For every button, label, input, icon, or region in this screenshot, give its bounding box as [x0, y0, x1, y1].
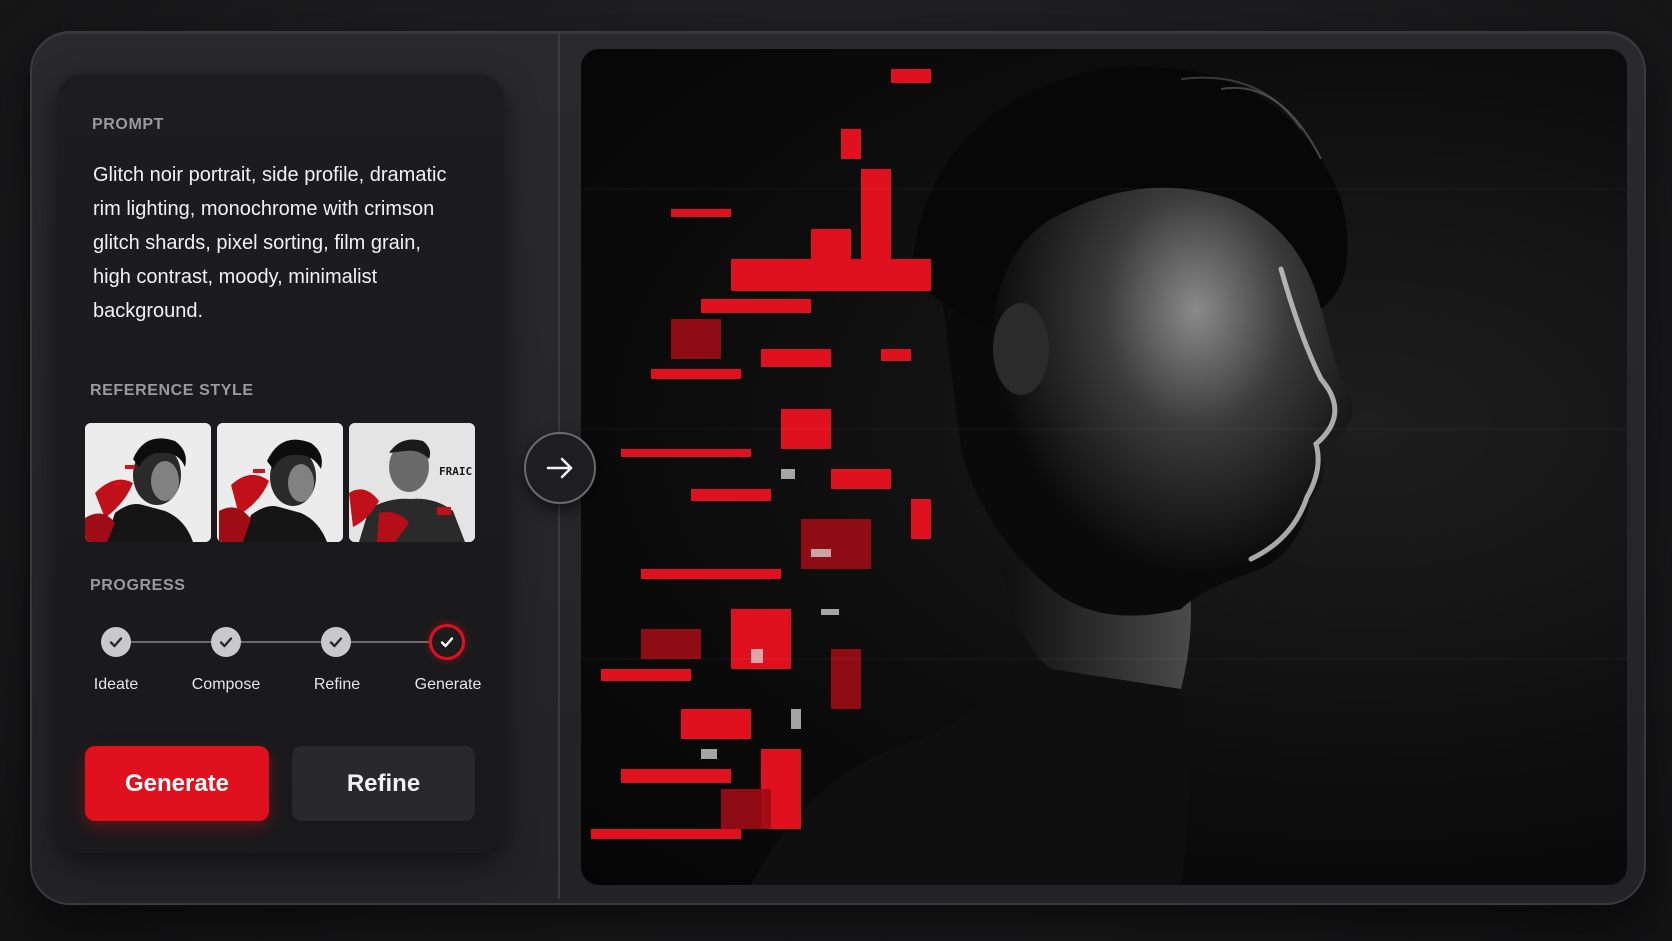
- check-icon: [109, 637, 123, 648]
- reference-style-label: REFERENCE STYLE: [90, 382, 254, 399]
- reference-thumbnail-3[interactable]: FRAIC: [349, 423, 475, 542]
- generated-image: [581, 49, 1627, 885]
- step-refine-dot[interactable]: [321, 627, 351, 657]
- step-compose-label: Compose: [191, 676, 261, 693]
- portrait-thumbnail-2-icon: [217, 423, 343, 542]
- prompt-text[interactable]: Glitch noir portrait, side profile, dram…: [93, 158, 463, 328]
- check-icon: [329, 637, 343, 648]
- step-ideate-label: Ideate: [93, 676, 139, 693]
- glitch-portrait-image: [581, 66, 1627, 885]
- reference-thumbnail-1[interactable]: [85, 423, 211, 542]
- arrow-next-button[interactable]: [524, 432, 596, 504]
- prompt-label: PROMPT: [92, 116, 165, 133]
- progress-track: [131, 641, 446, 643]
- refine-button[interactable]: Refine: [292, 746, 475, 821]
- step-generate-label: Generate: [414, 676, 482, 693]
- step-compose-dot[interactable]: [211, 627, 241, 657]
- arrow-right-icon: [546, 457, 573, 479]
- step-refine-label: Refine: [313, 676, 361, 693]
- check-icon: [440, 637, 454, 648]
- portrait-thumbnail-3-icon: FRAIC: [349, 423, 475, 542]
- reference-thumbnail-2[interactable]: [217, 423, 343, 542]
- portrait-thumbnail-1-icon: [85, 423, 211, 542]
- svg-text:FRAIC: FRAIC: [439, 465, 472, 478]
- app-stage: PROMPT Glitch noir portrait, side profil…: [0, 0, 1672, 941]
- generate-button[interactable]: Generate: [85, 746, 269, 821]
- progress-label: PROGRESS: [90, 577, 186, 594]
- step-generate-dot[interactable]: [429, 624, 465, 660]
- check-icon: [219, 637, 233, 648]
- step-ideate-dot[interactable]: [101, 627, 131, 657]
